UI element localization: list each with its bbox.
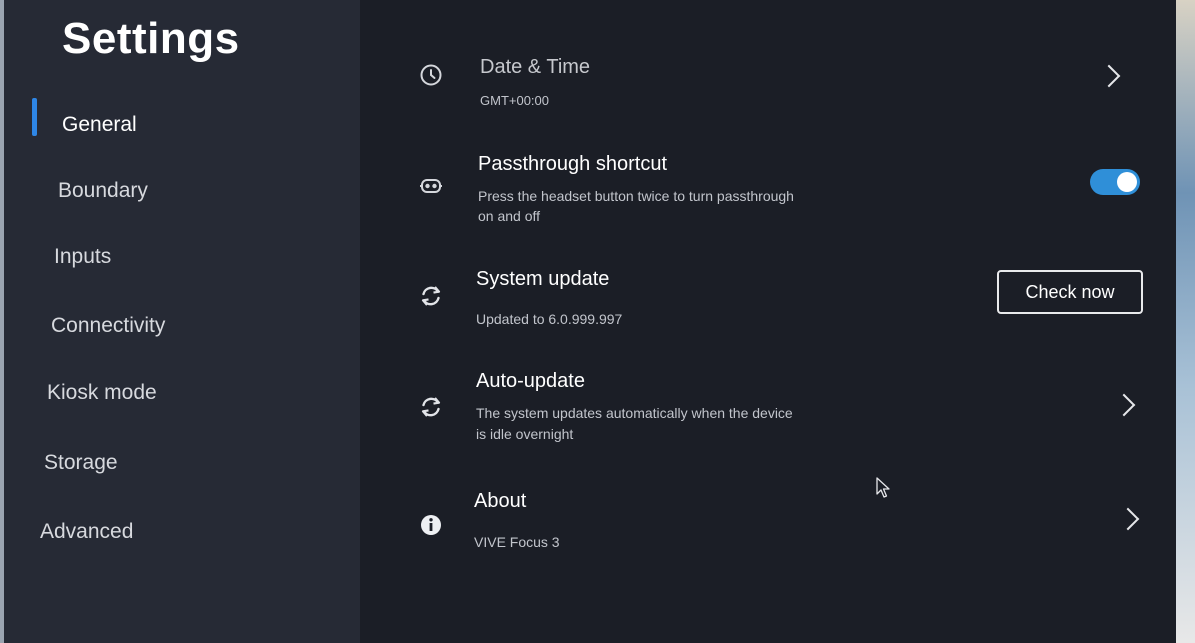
sidebar-item-general[interactable]: General: [62, 113, 137, 137]
mouse-cursor-icon: [876, 477, 890, 498]
sidebar-item-storage[interactable]: Storage: [44, 451, 118, 475]
auto-update-description-line2: is idle overnight: [476, 426, 574, 442]
sidebar-item-inputs[interactable]: Inputs: [54, 245, 111, 269]
date-time-title: Date & Time: [480, 56, 591, 78]
check-now-button[interactable]: Check now: [997, 270, 1143, 314]
sidebar-item-kiosk-mode[interactable]: Kiosk mode: [47, 381, 157, 405]
sidebar: Settings General Boundary Inputs Connect…: [4, 0, 360, 643]
auto-update-description-line1: The system updates automatically when th…: [476, 405, 793, 421]
info-icon: [421, 515, 441, 535]
system-update-title: System update: [476, 268, 610, 290]
auto-update-title: Auto-update: [476, 370, 585, 392]
about-title: About: [474, 490, 527, 512]
refresh-icon: [421, 397, 441, 417]
passthrough-title: Passthrough shortcut: [478, 153, 667, 175]
clock-icon: [420, 64, 442, 86]
settings-panel: Settings General Boundary Inputs Connect…: [4, 0, 1176, 643]
about-device-name: VIVE Focus 3: [474, 534, 560, 550]
refresh-icon: [421, 286, 441, 306]
system-update-version: Updated to 6.0.999.997: [476, 311, 623, 327]
active-indicator: [32, 98, 37, 136]
passthrough-toggle[interactable]: [1090, 169, 1140, 195]
vr-scene: Settings General Boundary Inputs Connect…: [0, 0, 1195, 643]
sidebar-item-advanced[interactable]: Advanced: [40, 520, 133, 544]
passthrough-description-line1: Press the headset button twice to turn p…: [478, 188, 794, 204]
sidebar-item-boundary[interactable]: Boundary: [58, 179, 148, 203]
passthrough-description-line2: on and off: [478, 208, 541, 224]
sidebar-item-connectivity[interactable]: Connectivity: [51, 314, 165, 338]
toggle-knob: [1117, 172, 1137, 192]
headset-icon: [420, 179, 442, 193]
page-title: Settings: [62, 14, 240, 63]
date-time-value: GMT+00:00: [480, 93, 550, 108]
